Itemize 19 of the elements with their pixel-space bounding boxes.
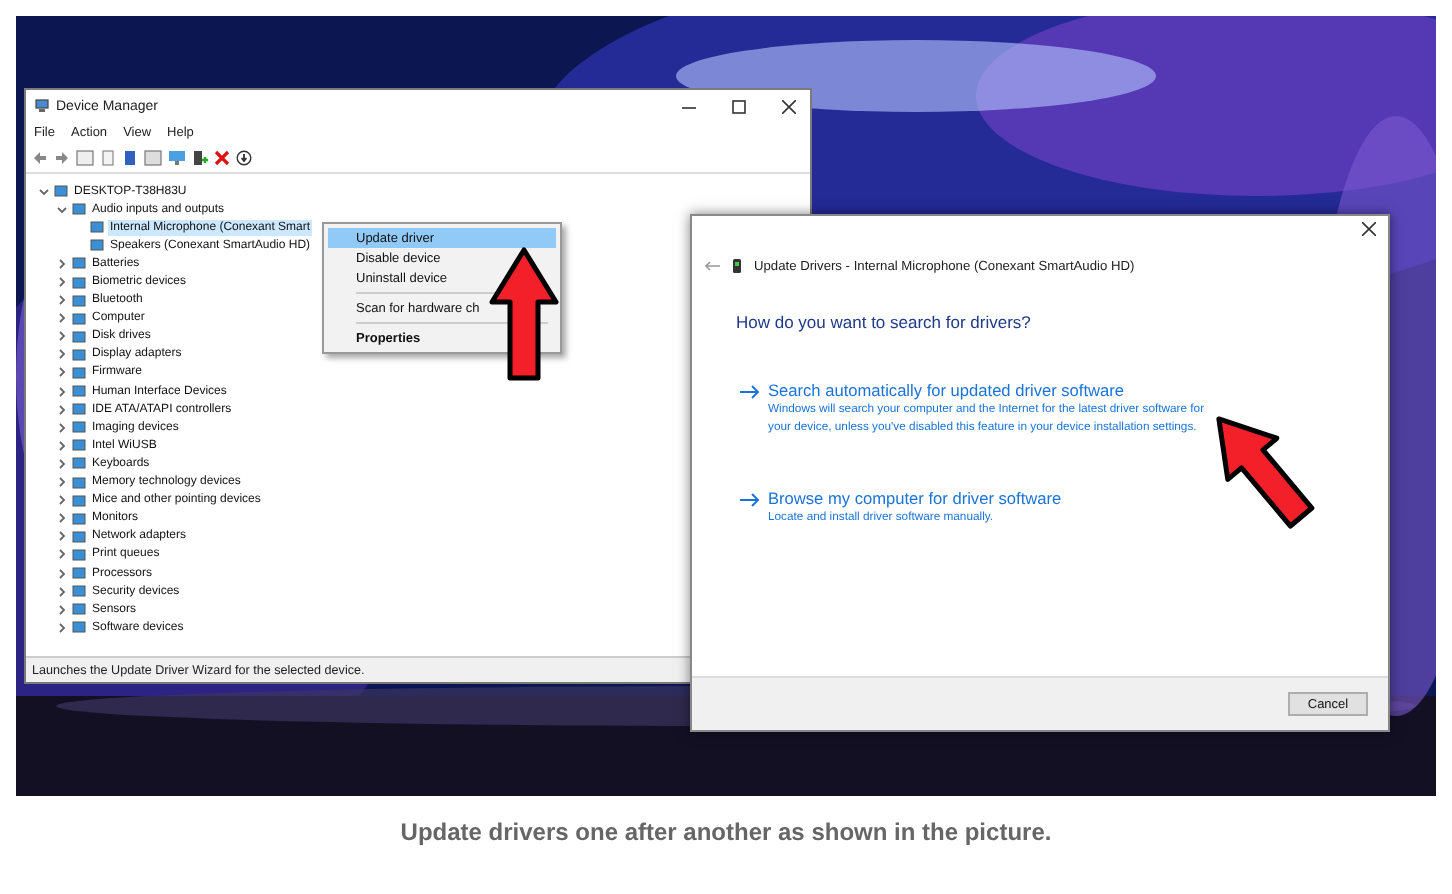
arrow-icon xyxy=(488,246,560,382)
back-icon[interactable] xyxy=(32,150,48,166)
option-link[interactable]: Search automatically for updated driver software xyxy=(768,380,1212,400)
arrow-icon xyxy=(740,492,760,508)
forward-icon[interactable] xyxy=(54,150,70,166)
add-device-icon[interactable] xyxy=(192,150,208,166)
dialog-heading: How do you want to search for drivers? xyxy=(736,312,1033,332)
maximize-icon[interactable] xyxy=(731,99,745,113)
monitor-icon[interactable] xyxy=(168,150,186,166)
back-icon[interactable] xyxy=(704,260,720,272)
caption: Update drivers one after another as shown in the picture. xyxy=(400,818,1052,846)
delete-icon[interactable] xyxy=(214,150,230,166)
download-icon[interactable] xyxy=(236,150,252,166)
arrow-icon xyxy=(740,384,760,400)
option-link[interactable]: Browse my computer for driver software xyxy=(768,488,1212,508)
device-icon xyxy=(732,258,742,274)
computer-icon xyxy=(34,98,50,114)
close-icon[interactable] xyxy=(781,99,795,113)
close-icon[interactable] xyxy=(1362,222,1376,236)
